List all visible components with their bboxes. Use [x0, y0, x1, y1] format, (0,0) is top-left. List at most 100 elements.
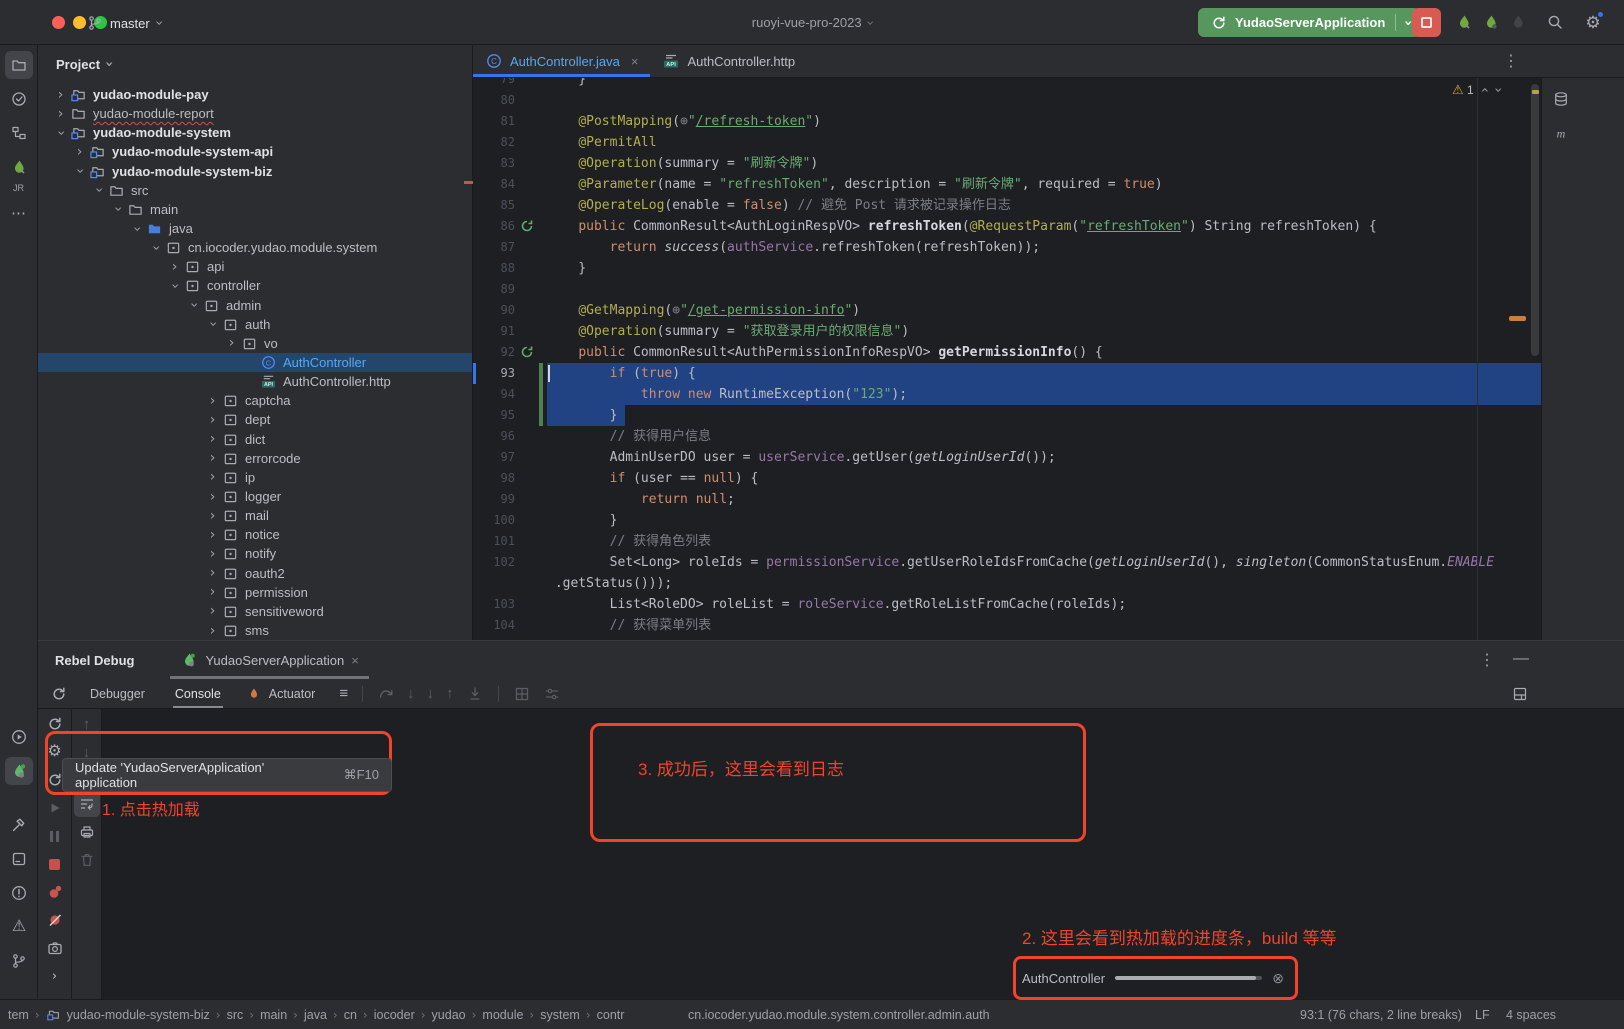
- code-line-88[interactable]: 88 }: [473, 258, 1541, 279]
- chevron-down-icon[interactable]: ›: [109, 202, 126, 216]
- resume-program-icon[interactable]: [42, 795, 68, 821]
- project-panel-header[interactable]: Project ›: [38, 45, 472, 83]
- tool-jrebel-icon[interactable]: [5, 153, 33, 181]
- tree-item-notify[interactable]: ›notify: [38, 544, 472, 563]
- menu-icon[interactable]: ≡: [339, 686, 348, 701]
- line-separator-widget[interactable]: LF: [1475, 1008, 1490, 1022]
- code-line-100[interactable]: 100 }: [473, 510, 1541, 531]
- tree-item-authcontroller[interactable]: CAuthController: [38, 353, 472, 372]
- tree-item-logger[interactable]: ›logger: [38, 487, 472, 506]
- code-line-84[interactable]: 84 @Parameter(name = "refreshToken", des…: [473, 174, 1541, 195]
- chevron-right-icon[interactable]: ›: [204, 585, 221, 599]
- code-line-91[interactable]: 91 @Operation(summary = "获取登录用户的权限信息"): [473, 321, 1541, 342]
- code-line-97[interactable]: 97 AdminUserDO user = userService.getUse…: [473, 447, 1541, 468]
- jrebel-debug-icon[interactable]: [1482, 13, 1500, 31]
- tree-item-yudao-module-system-biz[interactable]: ›yudao-module-system-biz: [38, 162, 472, 181]
- breadcrumb-item[interactable]: java: [304, 1008, 327, 1022]
- tree-item-oauth2[interactable]: ›oauth2: [38, 564, 472, 583]
- jrebel-disabled-icon[interactable]: [1509, 13, 1527, 31]
- chevron-down-icon[interactable]: ›: [147, 241, 164, 255]
- tree-item-controller[interactable]: ›controller: [38, 276, 472, 295]
- code-line-83[interactable]: 83 @Operation(summary = "刷新令牌"): [473, 153, 1541, 174]
- tree-item-auth[interactable]: ›auth: [38, 315, 472, 334]
- view-breakpoints-icon[interactable]: [42, 879, 68, 905]
- tool-terminal-icon[interactable]: [5, 845, 33, 873]
- hot-reload-gutter-icon[interactable]: [519, 344, 535, 360]
- tree-item-admin[interactable]: ›admin: [38, 296, 472, 315]
- tree-item-yudao-module-system[interactable]: ›yudao-module-system: [38, 123, 472, 142]
- tool-build-icon[interactable]: [5, 811, 33, 839]
- layout-settings-icon[interactable]: [1511, 685, 1529, 703]
- code-line-79[interactable]: 79 }: [473, 78, 1541, 90]
- code-line-103[interactable]: 103 List<RoleDO> roleList = roleService.…: [473, 594, 1541, 615]
- chevron-right-icon[interactable]: ›: [52, 107, 69, 121]
- panel-options-kebab-icon[interactable]: ⋮: [1479, 650, 1495, 670]
- breadcrumb-item[interactable]: iocoder: [374, 1008, 415, 1022]
- chevron-right-icon[interactable]: ›: [71, 145, 88, 159]
- code-editor[interactable]: 79 }8081 @PostMapping(⊕"/refresh-token")…: [473, 78, 1541, 640]
- debug-tab-actuator[interactable]: Actuator: [233, 679, 334, 708]
- stop-process-icon[interactable]: [42, 851, 68, 877]
- breadcrumb-item[interactable]: module: [482, 1008, 523, 1022]
- breadcrumb-item[interactable]: contr: [597, 1008, 625, 1022]
- tree-item-captcha[interactable]: ›captcha: [38, 391, 472, 410]
- tool-maven-icon[interactable]: m: [1547, 119, 1575, 147]
- minimize-panel-icon[interactable]: —: [1513, 650, 1529, 670]
- debug-tab-debugger[interactable]: Debugger: [78, 679, 163, 708]
- tab-options-kebab-icon[interactable]: ⋮: [1503, 51, 1519, 71]
- tree-item-dict[interactable]: ›dict: [38, 430, 472, 449]
- code-line-85[interactable]: 85 @OperateLog(enable = false) // 避免 Pos…: [473, 195, 1541, 216]
- jrebel-reload-icon[interactable]: [1455, 13, 1473, 31]
- code-line-101[interactable]: 101 // 获得角色列表: [473, 531, 1541, 552]
- tree-item-permission[interactable]: ›permission: [38, 583, 472, 602]
- breadcrumb-item[interactable]: system: [540, 1008, 580, 1022]
- chevron-right-icon[interactable]: ›: [204, 509, 221, 523]
- code-line-94[interactable]: 94 throw new RuntimeException("123");: [473, 384, 1541, 405]
- code-line-102[interactable]: 102 Set<Long> roleIds = permissionServic…: [473, 552, 1541, 573]
- chevron-down-icon[interactable]: ›: [185, 298, 202, 312]
- breadcrumb-item[interactable]: src: [227, 1008, 244, 1022]
- chevron-right-icon[interactable]: ›: [52, 88, 69, 102]
- chevron-down-icon[interactable]: ›: [166, 279, 183, 293]
- tree-item-notice[interactable]: ›notice: [38, 525, 472, 544]
- tab-authcontroller-java[interactable]: C AuthController.java ×: [473, 45, 650, 77]
- tool-problems-icon[interactable]: [5, 879, 33, 907]
- code-line-95[interactable]: 95 }: [473, 405, 1541, 426]
- code-line-96[interactable]: 96 // 获得用户信息: [473, 426, 1541, 447]
- tool-project-icon[interactable]: [5, 51, 33, 79]
- tree-item-mail[interactable]: ›mail: [38, 506, 472, 525]
- tool-more-icon[interactable]: ⋯: [5, 199, 33, 227]
- clear-console-icon[interactable]: [74, 847, 100, 873]
- tree-item-dept[interactable]: ›dept: [38, 410, 472, 429]
- chevron-right-icon[interactable]: ›: [223, 336, 240, 350]
- caret-position-widget[interactable]: 93:1 (76 chars, 2 line breaks): [1300, 1008, 1462, 1022]
- code-line-86[interactable]: 86 public CommonResult<AuthLoginRespVO> …: [473, 216, 1541, 237]
- chevron-down-icon[interactable]: ›: [128, 222, 145, 236]
- chevron-right-icon[interactable]: ›: [204, 394, 221, 408]
- code-line-81[interactable]: 81 @PostMapping(⊕"/refresh-token"): [473, 111, 1541, 132]
- close-tab-icon[interactable]: ×: [631, 54, 639, 69]
- code-line-90[interactable]: 90 @GetMapping(⊕"/get-permission-info"): [473, 300, 1541, 321]
- tree-item-authcontroller-http[interactable]: APIAuthController.http: [38, 372, 472, 391]
- chevron-right-icon[interactable]: ›: [204, 432, 221, 446]
- tree-item-errorcode[interactable]: ›errorcode: [38, 449, 472, 468]
- chevron-right-icon[interactable]: ›: [204, 566, 221, 580]
- chevron-down-icon[interactable]: ›: [52, 126, 69, 140]
- hot-reload-gutter-icon[interactable]: [519, 218, 535, 234]
- tree-item-yudao-module-report[interactable]: ›yudao-module-report: [38, 104, 472, 123]
- step-out-icon[interactable]: ↑: [446, 686, 454, 701]
- chevron-right-icon[interactable]: ›: [204, 624, 221, 638]
- tree-item-src[interactable]: ›src: [38, 181, 472, 200]
- tool-run-icon[interactable]: [5, 723, 33, 751]
- tool-git-icon[interactable]: [5, 947, 33, 975]
- code-line-93[interactable]: 93 if (true) {: [473, 363, 1541, 384]
- tool-warning-icon[interactable]: ⚠: [5, 913, 33, 941]
- tool-database-icon[interactable]: [1547, 85, 1575, 113]
- chevron-down-icon[interactable]: ›: [204, 317, 221, 331]
- code-line-92[interactable]: 92 public CommonResult<AuthPermissionInf…: [473, 342, 1541, 363]
- print-console-icon[interactable]: [74, 819, 100, 845]
- tree-item-yudao-module-system-api[interactable]: ›yudao-module-system-api: [38, 142, 472, 161]
- step-over-icon[interactable]: [377, 685, 395, 703]
- code-line-98[interactable]: 98 if (user == null) {: [473, 468, 1541, 489]
- mute-filter-icon[interactable]: [543, 685, 561, 703]
